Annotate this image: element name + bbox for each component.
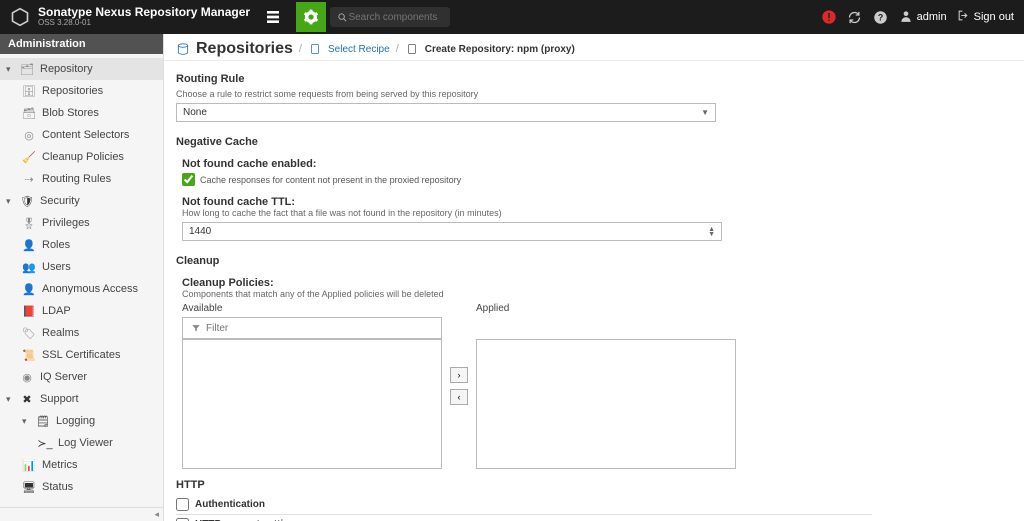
sidebar-item-iq-server[interactable]: ▾◉IQ Server: [0, 366, 163, 388]
breadcrumb: Repositories / Select Recipe / Create Re…: [164, 34, 1024, 61]
routing-rule-help: Choose a rule to restrict some requests …: [176, 89, 872, 99]
available-filter-input[interactable]: [206, 323, 435, 334]
sidebar-item-blob-stores[interactable]: 🗃Blob Stores: [0, 102, 163, 124]
move-left-button[interactable]: ‹: [450, 389, 468, 405]
recipe-icon: [308, 42, 322, 56]
applied-list[interactable]: [476, 339, 736, 469]
browse-mode-button[interactable]: [258, 2, 288, 32]
nc-ttl-value: 1440: [189, 226, 211, 237]
sidebar-item-security[interactable]: ▾🛡Security: [0, 190, 163, 212]
nc-enabled-checkbox[interactable]: [182, 173, 195, 186]
http-req-row[interactable]: HTTP request settings: [176, 515, 872, 521]
sidebar-item-content-selectors[interactable]: ◎Content Selectors: [0, 124, 163, 146]
signout-icon: [957, 9, 970, 25]
sidebar-item-support[interactable]: ▾✖Support: [0, 388, 163, 410]
nc-ttl-label: Not found cache TTL:: [182, 196, 872, 208]
app-header: Sonatype Nexus Repository Manager OSS 3.…: [0, 0, 1024, 34]
user-menu[interactable]: admin: [899, 9, 947, 26]
number-spinner[interactable]: ▲▼: [708, 227, 715, 237]
sidebar-item-log-viewer[interactable]: ≻_Log Viewer: [0, 432, 163, 454]
title-block: Sonatype Nexus Repository Manager OSS 3.…: [38, 6, 250, 28]
sidebar-item-ldap[interactable]: 📕LDAP: [0, 300, 163, 322]
app-version: OSS 3.28.0-01: [38, 19, 250, 28]
breadcrumb-current: Create Repository: npm (proxy): [425, 44, 575, 55]
http-heading: HTTP: [176, 479, 872, 491]
sidebar-item-status[interactable]: 🖥Status: [0, 476, 163, 498]
chevron-down-icon: ▼: [701, 108, 709, 117]
search-box[interactable]: [330, 7, 450, 27]
sidebar-item-realms[interactable]: 🏷Realms: [0, 322, 163, 344]
http-auth-row[interactable]: Authentication: [176, 495, 872, 515]
recipe-icon-2: [405, 42, 419, 56]
repo-icon: [176, 42, 190, 56]
routing-rule-select[interactable]: None ▼: [176, 103, 716, 122]
available-label: Available: [182, 303, 442, 314]
sidebar-item-metrics[interactable]: 📊Metrics: [0, 454, 163, 476]
sidebar-item-ssl-certificates[interactable]: 📜SSL Certificates: [0, 344, 163, 366]
help-icon[interactable]: ?: [873, 9, 889, 25]
user-icon: [899, 9, 913, 26]
alert-icon[interactable]: [821, 9, 837, 25]
main-content: Repositories / Select Recipe / Create Re…: [164, 34, 1024, 521]
sidebar-item-logging[interactable]: ▾🗒Logging: [0, 410, 163, 432]
nc-ttl-help: How long to cache the fact that a file w…: [182, 208, 872, 218]
nc-enabled-label: Not found cache enabled:: [182, 158, 872, 170]
sidebar-item-repositories[interactable]: 🗄Repositories: [0, 80, 163, 102]
sidebar-item-repository[interactable]: ▾🗂Repository: [0, 58, 163, 80]
move-right-button[interactable]: ›: [450, 367, 468, 383]
negative-cache-heading: Negative Cache: [176, 136, 872, 148]
sidebar-tree: ▾🗂Repository 🗄Repositories 🗃Blob Stores …: [0, 54, 163, 507]
user-label: admin: [917, 11, 947, 23]
breadcrumb-title[interactable]: Repositories: [196, 40, 293, 58]
sidebar: Administration ▾🗂Repository 🗄Repositorie…: [0, 34, 164, 521]
signout-label: Sign out: [974, 11, 1014, 23]
search-input[interactable]: [348, 12, 444, 23]
refresh-icon[interactable]: [847, 9, 863, 25]
routing-rule-heading: Routing Rule: [176, 73, 872, 85]
search-icon: [336, 10, 348, 24]
cleanup-policies-label: Cleanup Policies:: [182, 277, 872, 289]
cleanup-policies-help: Components that match any of the Applied…: [182, 289, 872, 299]
sidebar-item-routing-rules[interactable]: ⇢Routing Rules: [0, 168, 163, 190]
nc-ttl-input[interactable]: 1440 ▲▼: [182, 222, 722, 241]
sidebar-item-privileges[interactable]: 🎖Privileges: [0, 212, 163, 234]
filter-icon: [189, 321, 202, 335]
sidebar-item-anonymous-access[interactable]: 👤Anonymous Access: [0, 278, 163, 300]
admin-mode-button[interactable]: [296, 2, 326, 32]
http-auth-label: Authentication: [195, 499, 265, 510]
applied-label: Applied: [476, 303, 736, 314]
http-auth-checkbox[interactable]: [176, 498, 189, 511]
breadcrumb-select-recipe[interactable]: Select Recipe: [328, 44, 390, 55]
svg-text:?: ?: [878, 12, 883, 22]
signout-button[interactable]: Sign out: [957, 9, 1014, 25]
sidebar-item-roles[interactable]: 👤Roles: [0, 234, 163, 256]
sidebar-collapse-button[interactable]: ◂: [0, 507, 163, 521]
routing-rule-selected: None: [183, 107, 207, 118]
app-logo-icon: [6, 3, 34, 31]
nc-enabled-help: Cache responses for content not present …: [200, 175, 461, 185]
available-list[interactable]: [182, 339, 442, 469]
sidebar-header: Administration: [0, 34, 163, 54]
sidebar-item-cleanup-policies[interactable]: 🧹Cleanup Policies: [0, 146, 163, 168]
sidebar-item-users[interactable]: 👥Users: [0, 256, 163, 278]
cleanup-heading: Cleanup: [176, 255, 872, 267]
